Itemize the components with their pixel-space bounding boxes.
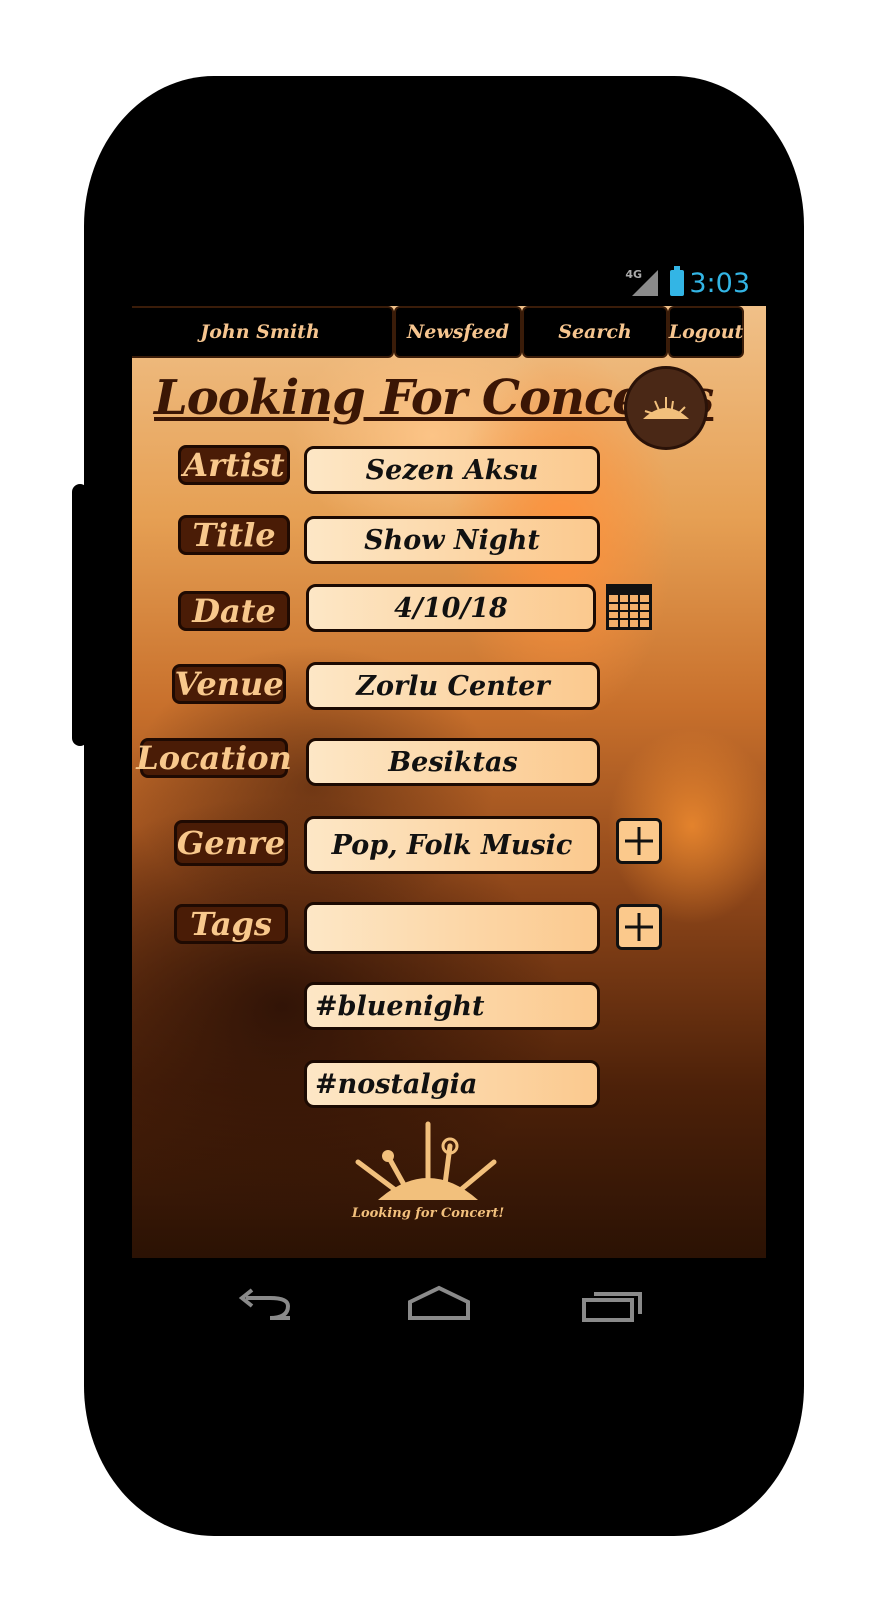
artist-label: Artist xyxy=(178,445,290,485)
date-field[interactable]: 4/10/18 xyxy=(306,584,596,632)
back-icon[interactable] xyxy=(236,1286,300,1326)
add-genre-button[interactable] xyxy=(616,818,662,864)
bottom-logo-caption: Looking for Concert! xyxy=(351,1206,505,1221)
genre-field[interactable]: Pop, Folk Music xyxy=(304,816,600,874)
app-logo-badge xyxy=(624,366,708,450)
venue-label: Venue xyxy=(172,664,286,704)
battery-icon xyxy=(670,266,684,296)
power-button xyxy=(784,374,796,484)
genre-label: Genre xyxy=(174,820,288,866)
status-bar: 4G 3:03 xyxy=(132,258,766,306)
location-field[interactable]: Besiktas xyxy=(306,738,600,786)
venue-field[interactable]: Zorlu Center xyxy=(306,662,600,710)
signal-icon xyxy=(632,270,658,296)
add-tag-button[interactable] xyxy=(616,904,662,950)
bottom-logo: Looking for Concert! xyxy=(348,1116,508,1226)
screen: 4G 3:03 John Smith Newsfeed Search Logou… xyxy=(132,258,766,1302)
title-label: Title xyxy=(178,515,290,555)
home-icon[interactable] xyxy=(404,1284,474,1326)
tags-field[interactable] xyxy=(304,902,600,954)
title-field[interactable]: Show Night xyxy=(304,516,600,564)
plus-icon xyxy=(625,913,653,941)
nav-search-button[interactable]: Search xyxy=(522,306,668,358)
date-label: Date xyxy=(178,591,290,631)
nav-profile-button[interactable]: John Smith xyxy=(132,306,394,358)
volume-button xyxy=(72,484,88,746)
tags-label: Tags xyxy=(174,904,288,944)
top-nav: John Smith Newsfeed Search Logout xyxy=(132,306,766,362)
location-label: Location xyxy=(136,738,292,778)
recents-icon[interactable] xyxy=(580,1286,644,1326)
nav-logout-button[interactable]: Logout xyxy=(668,306,744,358)
nav-newsfeed-button[interactable]: Newsfeed xyxy=(394,306,522,358)
artist-field[interactable]: Sezen Aksu xyxy=(304,446,600,494)
tag-chip[interactable]: #nostalgia xyxy=(304,1060,600,1108)
tag-chip[interactable]: #bluenight xyxy=(304,982,600,1030)
plus-icon xyxy=(625,827,653,855)
app-content: John Smith Newsfeed Search Logout Lookin… xyxy=(132,306,766,1258)
status-time: 3:03 xyxy=(689,268,750,299)
calendar-icon[interactable] xyxy=(606,584,652,630)
